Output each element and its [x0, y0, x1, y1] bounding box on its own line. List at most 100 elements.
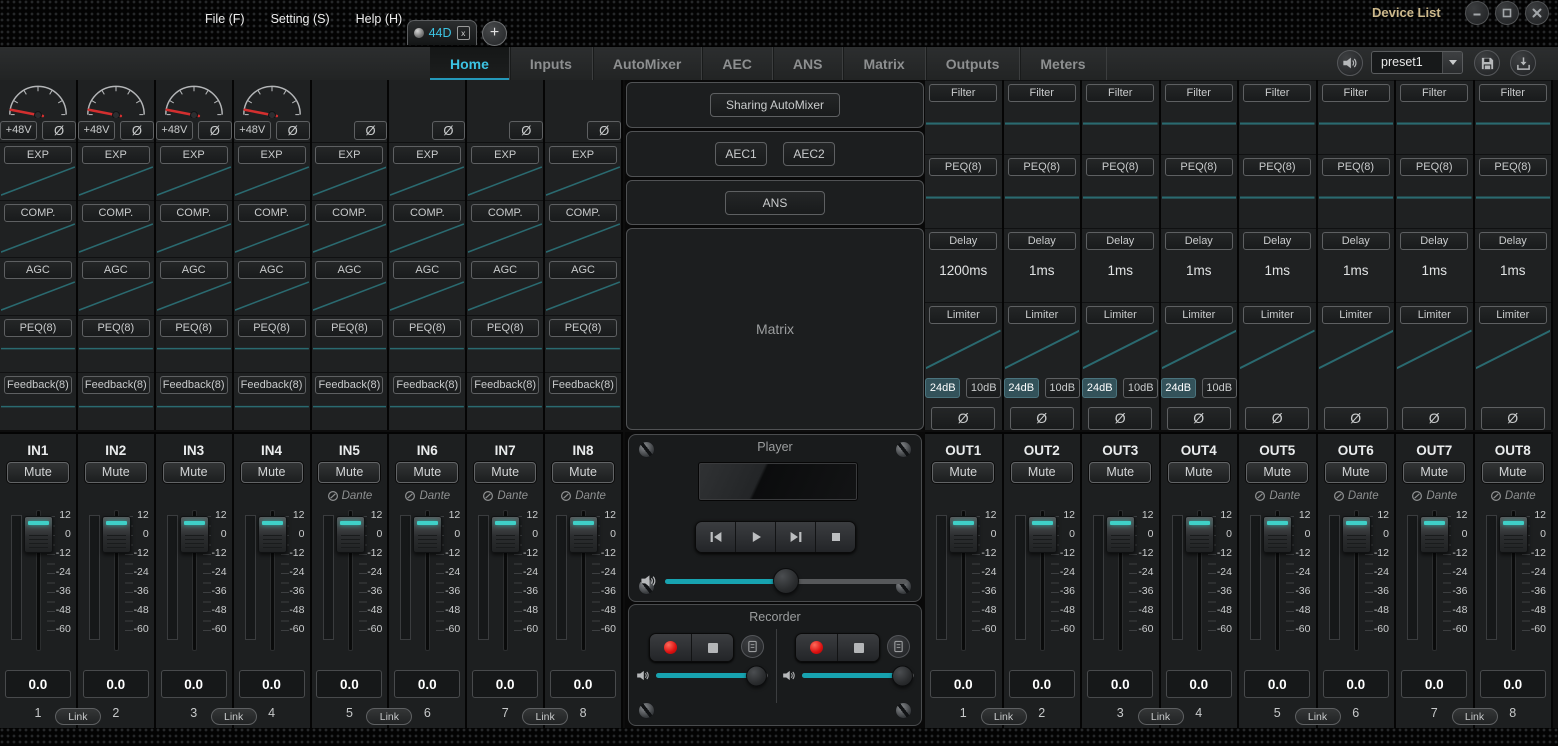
- gain-value[interactable]: 0.0: [1244, 670, 1310, 698]
- output-peq-8-button[interactable]: PEQ(8): [1086, 158, 1154, 176]
- tab-aec[interactable]: AEC: [702, 47, 773, 80]
- tab-meters[interactable]: Meters: [1020, 47, 1106, 80]
- gain-value[interactable]: 0.0: [472, 670, 538, 698]
- tab-automixer[interactable]: AutoMixer: [593, 47, 702, 80]
- phase-invert-button[interactable]: Ø: [1010, 407, 1074, 430]
- input-exp-button[interactable]: EXP: [393, 146, 461, 164]
- output-filter-button[interactable]: Filter: [1086, 84, 1154, 102]
- crossover-slope-button-10db[interactable]: 10dB: [1202, 378, 1237, 398]
- link-button[interactable]: Link: [522, 708, 568, 725]
- record-stop-button[interactable]: [692, 634, 733, 661]
- preset-dropdown-arrow[interactable]: [1442, 52, 1462, 73]
- output-delay-button[interactable]: Delay: [1008, 232, 1076, 250]
- phantom-power-button[interactable]: +48V: [234, 121, 271, 140]
- tab-ans[interactable]: ANS: [773, 47, 844, 80]
- input-agc-button[interactable]: AGC: [160, 261, 228, 279]
- record-button[interactable]: [650, 634, 692, 661]
- phase-invert-button[interactable]: Ø: [1402, 407, 1466, 430]
- input-feedback-8-button[interactable]: Feedback(8): [82, 376, 150, 394]
- input-peq-8-button[interactable]: PEQ(8): [238, 319, 306, 337]
- input-agc-button[interactable]: AGC: [471, 261, 539, 279]
- phase-invert-button[interactable]: Ø: [509, 121, 543, 140]
- device-tab[interactable]: 44D x: [407, 20, 477, 45]
- input-comp-button[interactable]: COMP.: [549, 204, 617, 222]
- tab-home[interactable]: Home: [430, 47, 510, 80]
- record-button[interactable]: [796, 634, 838, 661]
- gain-value[interactable]: 0.0: [161, 670, 227, 698]
- phase-invert-button[interactable]: Ø: [276, 121, 310, 140]
- link-button[interactable]: Link: [981, 708, 1027, 725]
- input-agc-button[interactable]: AGC: [238, 261, 306, 279]
- output-filter-button[interactable]: Filter: [1165, 84, 1233, 102]
- master-volume-button[interactable]: [1337, 50, 1363, 76]
- phase-invert-button[interactable]: Ø: [198, 121, 232, 140]
- phase-invert-button[interactable]: Ø: [1088, 407, 1152, 430]
- input-feedback-8-button[interactable]: Feedback(8): [4, 376, 72, 394]
- crossover-slope-button-24db[interactable]: 24dB: [925, 378, 960, 398]
- input-comp-button[interactable]: COMP.: [160, 204, 228, 222]
- volume-knob[interactable]: [773, 568, 799, 594]
- mute-button[interactable]: Mute: [1089, 462, 1151, 483]
- volume-knob[interactable]: [892, 665, 913, 686]
- player-stop-button[interactable]: [816, 522, 855, 552]
- input-peq-8-button[interactable]: PEQ(8): [315, 319, 383, 337]
- phase-invert-button[interactable]: Ø: [432, 121, 466, 140]
- output-filter-button[interactable]: Filter: [1400, 84, 1468, 102]
- gain-value[interactable]: 0.0: [1480, 670, 1546, 698]
- input-agc-button[interactable]: AGC: [549, 261, 617, 279]
- crossover-slope-button-10db[interactable]: 10dB: [1123, 378, 1158, 398]
- link-button[interactable]: Link: [211, 708, 257, 725]
- input-peq-8-button[interactable]: PEQ(8): [160, 319, 228, 337]
- output-peq-8-button[interactable]: PEQ(8): [1479, 158, 1547, 176]
- mute-button[interactable]: Mute: [163, 462, 225, 483]
- tab-inputs[interactable]: Inputs: [510, 47, 593, 80]
- input-exp-button[interactable]: EXP: [82, 146, 150, 164]
- minimize-button[interactable]: [1465, 1, 1489, 25]
- output-peq-8-button[interactable]: PEQ(8): [1400, 158, 1468, 176]
- input-exp-button[interactable]: EXP: [160, 146, 228, 164]
- volume-slider[interactable]: [802, 673, 914, 678]
- phase-invert-button[interactable]: Ø: [120, 121, 154, 140]
- input-peq-8-button[interactable]: PEQ(8): [549, 319, 617, 337]
- input-agc-button[interactable]: AGC: [315, 261, 383, 279]
- input-agc-button[interactable]: AGC: [393, 261, 461, 279]
- link-button[interactable]: Link: [1295, 708, 1341, 725]
- gain-value[interactable]: 0.0: [316, 670, 382, 698]
- input-feedback-8-button[interactable]: Feedback(8): [238, 376, 306, 394]
- crossover-slope-button-10db[interactable]: 10dB: [1045, 378, 1080, 398]
- phase-invert-button[interactable]: Ø: [1167, 407, 1231, 430]
- link-button[interactable]: Link: [366, 708, 412, 725]
- input-exp-button[interactable]: EXP: [471, 146, 539, 164]
- mute-button[interactable]: Mute: [7, 462, 69, 483]
- mute-button[interactable]: Mute: [932, 462, 994, 483]
- mute-button[interactable]: Mute: [552, 462, 614, 483]
- output-delay-button[interactable]: Delay: [1165, 232, 1233, 250]
- input-peq-8-button[interactable]: PEQ(8): [82, 319, 150, 337]
- output-peq-8-button[interactable]: PEQ(8): [1243, 158, 1311, 176]
- link-button[interactable]: Link: [55, 708, 101, 725]
- input-exp-button[interactable]: EXP: [315, 146, 383, 164]
- output-filter-button[interactable]: Filter: [1243, 84, 1311, 102]
- output-filter-button[interactable]: Filter: [929, 84, 997, 102]
- phase-invert-button[interactable]: Ø: [354, 121, 388, 140]
- mute-button[interactable]: Mute: [1325, 462, 1387, 483]
- output-filter-button[interactable]: Filter: [1479, 84, 1547, 102]
- gain-value[interactable]: 0.0: [1401, 670, 1467, 698]
- input-peq-8-button[interactable]: PEQ(8): [4, 319, 72, 337]
- input-peq-8-button[interactable]: PEQ(8): [471, 319, 539, 337]
- link-button[interactable]: Link: [1138, 708, 1184, 725]
- crossover-slope-button-24db[interactable]: 24dB: [1161, 378, 1196, 398]
- preset-select[interactable]: preset1: [1371, 51, 1463, 74]
- phantom-power-button[interactable]: +48V: [78, 121, 115, 140]
- aec1-button[interactable]: AEC1: [715, 142, 767, 166]
- gain-value[interactable]: 0.0: [1323, 670, 1389, 698]
- device-list-button[interactable]: Device List: [1372, 5, 1441, 20]
- input-agc-button[interactable]: AGC: [82, 261, 150, 279]
- gain-value[interactable]: 0.0: [1087, 670, 1153, 698]
- output-delay-button[interactable]: Delay: [1400, 232, 1468, 250]
- menu-item-help-h[interactable]: Help (H): [356, 12, 403, 26]
- gain-value[interactable]: 0.0: [1009, 670, 1075, 698]
- phase-invert-button[interactable]: Ø: [587, 121, 621, 140]
- phase-invert-button[interactable]: Ø: [1324, 407, 1388, 430]
- input-feedback-8-button[interactable]: Feedback(8): [315, 376, 383, 394]
